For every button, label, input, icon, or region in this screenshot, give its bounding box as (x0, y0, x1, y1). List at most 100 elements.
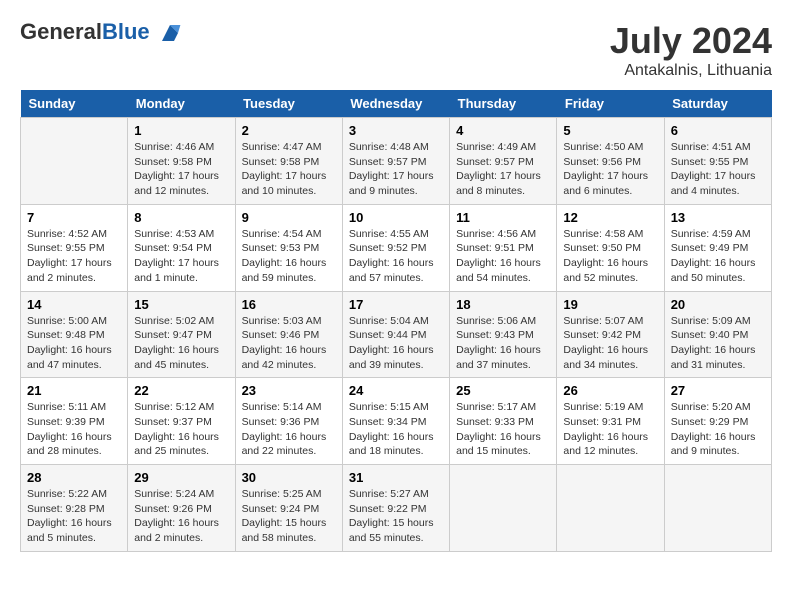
day-cell (664, 465, 771, 552)
day-cell: 7Sunrise: 4:52 AMSunset: 9:55 PMDaylight… (21, 204, 128, 291)
day-number: 25 (456, 383, 550, 398)
day-info: Sunrise: 4:52 AMSunset: 9:55 PMDaylight:… (27, 227, 121, 286)
day-info: Sunrise: 4:59 AMSunset: 9:49 PMDaylight:… (671, 227, 765, 286)
day-number: 24 (349, 383, 443, 398)
day-info: Sunrise: 5:20 AMSunset: 9:29 PMDaylight:… (671, 400, 765, 459)
day-cell: 19 Sunrise: 5:07 AMSunset: 9:42 PMDayligh… (557, 291, 664, 378)
day-info: Sunrise: 5:17 AMSunset: 9:33 PMDaylight:… (456, 400, 550, 459)
day-info: Sunrise: 5:19 AMSunset: 9:31 PMDaylight:… (563, 400, 657, 459)
logo-icon (158, 21, 182, 45)
day-info: Sunrise: 5:07 AMSunset: 9:42 PMDaylight:… (563, 314, 657, 373)
day-cell: 25 Sunrise: 5:17 AMSunset: 9:33 PMDayligh… (450, 378, 557, 465)
day-header-sunday: Sunday (21, 90, 128, 118)
day-number: 5 (563, 123, 657, 138)
day-number: 4 (456, 123, 550, 138)
logo-container: GeneralBlue (20, 20, 182, 45)
day-info: Sunrise: 5:14 AMSunset: 9:36 PMDaylight:… (242, 400, 336, 459)
day-info: Sunrise: 4:48 AMSunset: 9:57 PMDaylight:… (349, 140, 443, 199)
day-number: 3 (349, 123, 443, 138)
day-info: Sunrise: 5:27 AMSunset: 9:22 PMDaylight:… (349, 487, 443, 546)
day-info: Sunrise: 5:15 AMSunset: 9:34 PMDaylight:… (349, 400, 443, 459)
day-cell: 4 Sunrise: 4:49 AMSunset: 9:57 PMDaylight… (450, 118, 557, 205)
day-info: Sunrise: 4:50 AMSunset: 9:56 PMDaylight:… (563, 140, 657, 199)
day-info: Sunrise: 4:47 AMSunset: 9:58 PMDaylight:… (242, 140, 336, 199)
day-number: 13 (671, 210, 765, 225)
day-number: 21 (27, 383, 121, 398)
day-number: 30 (242, 470, 336, 485)
day-cell: 30 Sunrise: 5:25 AMSunset: 9:24 PMDayligh… (235, 465, 342, 552)
day-number: 14 (27, 297, 121, 312)
day-cell: 21 Sunrise: 5:11 AMSunset: 9:39 PMDayligh… (21, 378, 128, 465)
day-cell: 20 Sunrise: 5:09 AMSunset: 9:40 PMDayligh… (664, 291, 771, 378)
day-cell (450, 465, 557, 552)
day-number: 27 (671, 383, 765, 398)
day-number: 17 (349, 297, 443, 312)
day-info: Sunrise: 5:11 AMSunset: 9:39 PMDaylight:… (27, 400, 121, 459)
day-info: Sunrise: 4:54 AMSunset: 9:53 PMDaylight:… (242, 227, 336, 286)
day-cell: 15 Sunrise: 5:02 AMSunset: 9:47 PMDayligh… (128, 291, 235, 378)
subtitle: Antakalnis, Lithuania (610, 62, 772, 80)
day-number: 15 (134, 297, 228, 312)
day-cell: 23 Sunrise: 5:14 AMSunset: 9:36 PMDayligh… (235, 378, 342, 465)
day-number: 29 (134, 470, 228, 485)
day-info: Sunrise: 5:25 AMSunset: 9:24 PMDaylight:… (242, 487, 336, 546)
page-header: GeneralBlue July 2024 Antakalnis, Lithua… (20, 20, 772, 80)
day-number: 16 (242, 297, 336, 312)
day-info: Sunrise: 5:06 AMSunset: 9:43 PMDaylight:… (456, 314, 550, 373)
day-cell: 24 Sunrise: 5:15 AMSunset: 9:34 PMDayligh… (342, 378, 449, 465)
day-cell: 5 Sunrise: 4:50 AMSunset: 9:56 PMDaylight… (557, 118, 664, 205)
day-cell: 28 Sunrise: 5:22 AMSunset: 9:28 PMDayligh… (21, 465, 128, 552)
day-number: 2 (242, 123, 336, 138)
day-header-thursday: Thursday (450, 90, 557, 118)
logo-blue-text: Blue (102, 19, 150, 44)
day-cell: 1Sunrise: 4:46 AMSunset: 9:58 PMDaylight… (128, 118, 235, 205)
day-info: Sunrise: 4:51 AMSunset: 9:55 PMDaylight:… (671, 140, 765, 199)
day-cell: 31 Sunrise: 5:27 AMSunset: 9:22 PMDayligh… (342, 465, 449, 552)
day-number: 23 (242, 383, 336, 398)
day-info: Sunrise: 4:49 AMSunset: 9:57 PMDaylight:… (456, 140, 550, 199)
day-cell (557, 465, 664, 552)
day-info: Sunrise: 5:03 AMSunset: 9:46 PMDaylight:… (242, 314, 336, 373)
day-cell: 26Sunrise: 5:19 AMSunset: 9:31 PMDayligh… (557, 378, 664, 465)
day-cell: 9 Sunrise: 4:54 AMSunset: 9:53 PMDaylight… (235, 204, 342, 291)
day-number: 6 (671, 123, 765, 138)
day-info: Sunrise: 4:46 AMSunset: 9:58 PMDaylight:… (134, 140, 228, 199)
day-number: 19 (563, 297, 657, 312)
day-cell: 17 Sunrise: 5:04 AMSunset: 9:44 PMDayligh… (342, 291, 449, 378)
day-info: Sunrise: 5:22 AMSunset: 9:28 PMDaylight:… (27, 487, 121, 546)
title-block: July 2024 Antakalnis, Lithuania (610, 20, 772, 80)
day-info: Sunrise: 5:09 AMSunset: 9:40 PMDaylight:… (671, 314, 765, 373)
day-number: 31 (349, 470, 443, 485)
day-cell: 14 Sunrise: 5:00 AMSunset: 9:48 PMDayligh… (21, 291, 128, 378)
day-cell: 22 Sunrise: 5:12 AMSunset: 9:37 PMDayligh… (128, 378, 235, 465)
header-row: SundayMondayTuesdayWednesdayThursdayFrid… (21, 90, 772, 118)
day-cell: 13 Sunrise: 4:59 AMSunset: 9:49 PMDayligh… (664, 204, 771, 291)
day-cell (21, 118, 128, 205)
day-info: Sunrise: 5:00 AMSunset: 9:48 PMDaylight:… (27, 314, 121, 373)
day-cell: 3 Sunrise: 4:48 AMSunset: 9:57 PMDaylight… (342, 118, 449, 205)
day-number: 28 (27, 470, 121, 485)
day-header-saturday: Saturday (664, 90, 771, 118)
day-number: 12 (563, 210, 657, 225)
day-info: Sunrise: 5:04 AMSunset: 9:44 PMDaylight:… (349, 314, 443, 373)
week-row-4: 21 Sunrise: 5:11 AMSunset: 9:39 PMDayligh… (21, 378, 772, 465)
day-header-tuesday: Tuesday (235, 90, 342, 118)
day-cell: 2 Sunrise: 4:47 AMSunset: 9:58 PMDaylight… (235, 118, 342, 205)
week-row-3: 14 Sunrise: 5:00 AMSunset: 9:48 PMDayligh… (21, 291, 772, 378)
day-number: 11 (456, 210, 550, 225)
week-row-5: 28 Sunrise: 5:22 AMSunset: 9:28 PMDayligh… (21, 465, 772, 552)
calendar-table: SundayMondayTuesdayWednesdayThursdayFrid… (20, 90, 772, 552)
day-header-monday: Monday (128, 90, 235, 118)
day-number: 22 (134, 383, 228, 398)
day-cell: 12Sunrise: 4:58 AMSunset: 9:50 PMDayligh… (557, 204, 664, 291)
day-cell: 18Sunrise: 5:06 AMSunset: 9:43 PMDayligh… (450, 291, 557, 378)
day-info: Sunrise: 4:53 AMSunset: 9:54 PMDaylight:… (134, 227, 228, 286)
day-info: Sunrise: 5:12 AMSunset: 9:37 PMDaylight:… (134, 400, 228, 459)
day-info: Sunrise: 5:02 AMSunset: 9:47 PMDaylight:… (134, 314, 228, 373)
day-cell: 11Sunrise: 4:56 AMSunset: 9:51 PMDayligh… (450, 204, 557, 291)
day-number: 9 (242, 210, 336, 225)
day-cell: 29 Sunrise: 5:24 AMSunset: 9:26 PMDayligh… (128, 465, 235, 552)
day-info: Sunrise: 5:24 AMSunset: 9:26 PMDaylight:… (134, 487, 228, 546)
day-number: 20 (671, 297, 765, 312)
day-number: 8 (134, 210, 228, 225)
